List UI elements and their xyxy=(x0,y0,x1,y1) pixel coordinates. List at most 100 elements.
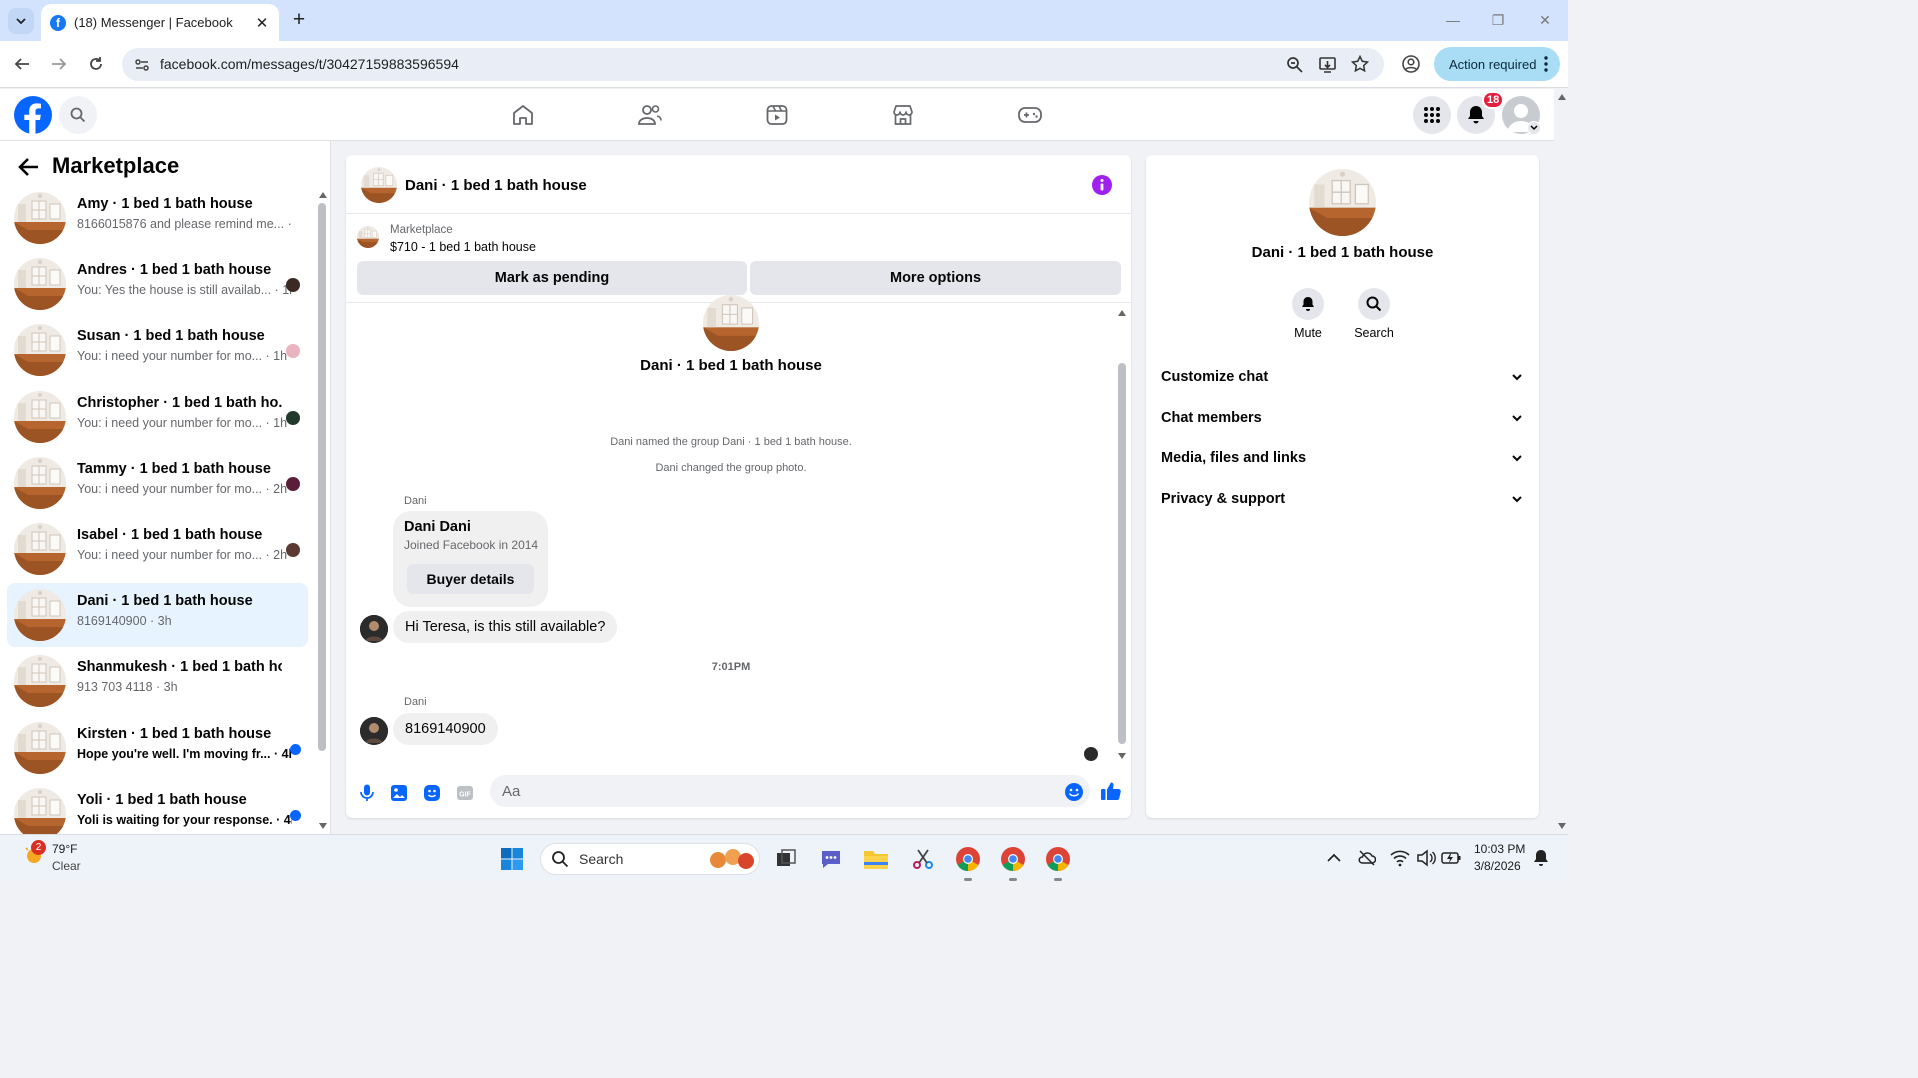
new-tab-button[interactable]: + xyxy=(288,9,310,31)
gif-icon[interactable]: GIF xyxy=(455,783,475,803)
cloud-off-icon[interactable] xyxy=(1358,849,1376,867)
chat-app-icon xyxy=(822,851,840,868)
details-section-toggle[interactable]: Chat members xyxy=(1161,401,1523,435)
house-photo-icon xyxy=(14,258,66,311)
mute-button[interactable] xyxy=(1292,288,1324,320)
message-input[interactable] xyxy=(490,775,1090,807)
site-settings-icon[interactable] xyxy=(134,57,150,73)
taskbar-app-snipping-tool[interactable] xyxy=(909,845,937,873)
menu-button[interactable] xyxy=(1413,96,1451,134)
emoji-icon[interactable] xyxy=(1064,782,1084,802)
thumbs-up-icon[interactable] xyxy=(1100,780,1122,802)
message-bubble[interactable]: 8169140900 xyxy=(393,713,498,745)
photo-icon[interactable] xyxy=(389,783,409,803)
start-button[interactable] xyxy=(498,845,526,873)
nav-marketplace[interactable] xyxy=(889,101,917,129)
tab-search-dropdown[interactable] xyxy=(8,8,34,34)
conversation-item[interactable]: Tammy · 1 bed 1 bath house You: i need yo… xyxy=(7,451,308,515)
details-section-toggle[interactable]: Media, files and links xyxy=(1161,441,1523,475)
back-button[interactable] xyxy=(10,52,34,76)
conversation-item[interactable]: Dani · 1 bed 1 bath house 8169140900 · 3h xyxy=(7,583,308,648)
page-scroll-up-arrow[interactable] xyxy=(1557,93,1567,101)
details-section-toggle[interactable]: Customize chat xyxy=(1161,360,1523,394)
bookmark-star-icon[interactable] xyxy=(1351,55,1369,73)
page-scroll-down-arrow[interactable] xyxy=(1557,822,1567,830)
app-running-indicator xyxy=(1009,878,1017,881)
nav-gaming[interactable] xyxy=(1016,101,1044,129)
search-in-chat-button[interactable] xyxy=(1358,288,1390,320)
taskbar-app-file-explorer[interactable] xyxy=(862,845,890,873)
conversation-item[interactable]: Susan · 1 bed 1 bath house You: i need yo… xyxy=(7,318,308,382)
notification-center-icon[interactable] xyxy=(1533,849,1549,867)
clock-date[interactable]: 3/8/2026 xyxy=(1474,859,1521,873)
conversation-item[interactable]: Isabel · 1 bed 1 bath house You: i need y… xyxy=(7,517,308,581)
chat-scrollbar[interactable] xyxy=(1118,363,1126,744)
list-scroll-down-arrow[interactable] xyxy=(318,822,328,830)
house-photo-icon xyxy=(14,721,66,774)
close-tab-icon[interactable]: ✕ xyxy=(253,14,271,32)
weather-temp[interactable]: 79°F xyxy=(52,842,77,856)
url-text[interactable]: facebook.com/messages/t/3042715988359659… xyxy=(160,56,459,72)
conversation-avatar xyxy=(14,721,66,774)
nav-home[interactable] xyxy=(509,101,537,129)
taskbar-app-teams[interactable] xyxy=(817,845,845,873)
conversation-item[interactable]: Christopher · 1 bed 1 bath ho... You: i n… xyxy=(7,385,308,449)
list-scroll-up-arrow[interactable] xyxy=(318,191,328,199)
conversation-item[interactable]: Kirsten · 1 bed 1 bath house Hope you're … xyxy=(7,716,308,780)
action-required-button[interactable]: Action required xyxy=(1434,47,1560,81)
chrome-icon xyxy=(1001,847,1025,871)
task-view-button[interactable] xyxy=(772,845,800,873)
marketplace-icon xyxy=(893,105,913,125)
facebook-logo-icon[interactable] xyxy=(14,96,52,134)
install-app-icon[interactable] xyxy=(1318,55,1337,74)
nav-friends[interactable] xyxy=(636,101,664,129)
chat-title[interactable]: Dani · 1 bed 1 bath house xyxy=(405,177,587,194)
conversation-item[interactable]: Amy · 1 bed 1 bath house 8166015876 and p… xyxy=(7,186,308,250)
conversation-item[interactable]: Shanmukesh · 1 bed 1 bath house 913 703 4… xyxy=(7,649,308,713)
battery-icon[interactable] xyxy=(1441,850,1461,866)
clock-time[interactable]: 10:03 PM xyxy=(1474,842,1525,856)
chat-avatar[interactable] xyxy=(361,167,397,203)
search-highlight-icon xyxy=(710,849,754,869)
house-photo-icon xyxy=(1309,169,1376,236)
minimize-window-button[interactable]: — xyxy=(1441,8,1465,32)
taskbar-search[interactable]: Search xyxy=(540,843,760,875)
search-icon xyxy=(1366,296,1382,312)
restore-window-button[interactable]: ❐ xyxy=(1486,8,1510,32)
address-bar[interactable]: facebook.com/messages/t/3042715988359659… xyxy=(122,48,1384,81)
volume-icon[interactable] xyxy=(1416,849,1436,867)
chat-details-panel: Dani · 1 bed 1 bath house Mute Search Cu… xyxy=(1146,155,1539,818)
wifi-icon[interactable] xyxy=(1390,849,1410,867)
taskbar-app-chrome-3[interactable] xyxy=(1044,845,1072,873)
listing-thumbnail[interactable] xyxy=(357,226,379,248)
facebook-search-button[interactable] xyxy=(59,96,97,134)
app-running-indicator xyxy=(1054,878,1062,881)
microphone-icon[interactable] xyxy=(357,783,377,803)
reload-button[interactable] xyxy=(84,52,108,76)
sticker-icon[interactable] xyxy=(422,783,442,803)
account-menu-chevron[interactable] xyxy=(1527,121,1541,135)
listing-title[interactable]: $710 - 1 bed 1 bath house xyxy=(390,240,536,254)
back-arrow-icon[interactable] xyxy=(18,157,40,177)
nav-video[interactable] xyxy=(763,101,791,129)
chat-scroll-up-arrow[interactable] xyxy=(1117,309,1127,317)
close-window-button[interactable]: ✕ xyxy=(1533,8,1557,32)
conversation-item[interactable]: Yoli · 1 bed 1 bath house Yoli is waiting… xyxy=(7,782,308,834)
browser-tab-messenger[interactable]: f (18) Messenger | Facebook ✕ xyxy=(41,4,279,41)
taskbar-app-chrome-1[interactable] xyxy=(954,845,982,873)
weather-desc[interactable]: Clear xyxy=(52,859,81,873)
buyer-details-button[interactable]: Buyer details xyxy=(407,564,534,594)
mark-as-pending-button[interactable]: Mark as pending xyxy=(357,261,747,295)
forward-button[interactable] xyxy=(47,52,71,76)
zoom-icon[interactable] xyxy=(1286,56,1303,73)
taskbar-app-chrome-2[interactable] xyxy=(999,845,1027,873)
chevron-up-icon[interactable] xyxy=(1327,853,1341,863)
conversation-list-scrollbar[interactable] xyxy=(318,203,326,751)
profile-account-icon[interactable] xyxy=(1401,54,1421,74)
more-options-button[interactable]: More options xyxy=(750,261,1121,295)
message-bubble[interactable]: Hi Teresa, is this still available? xyxy=(393,611,618,643)
conversation-item[interactable]: Andres · 1 bed 1 bath house You: Yes the … xyxy=(7,252,308,316)
chat-scroll-down-arrow[interactable] xyxy=(1117,752,1127,760)
info-icon[interactable] xyxy=(1092,175,1112,195)
details-section-toggle[interactable]: Privacy & support xyxy=(1161,482,1523,516)
